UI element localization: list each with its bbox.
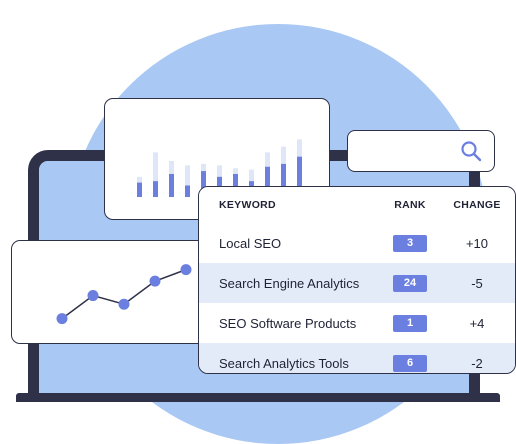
row-keyword: Search Engine Analytics: [219, 275, 360, 291]
laptop-base: [16, 393, 500, 402]
row-rank: 1: [385, 303, 435, 343]
rank-badge: 3: [393, 234, 427, 252]
line-point: [87, 290, 99, 302]
header-change: CHANGE: [453, 199, 501, 211]
row-change: -5: [471, 275, 483, 291]
search-box[interactable]: [347, 130, 495, 172]
keyword-rank-table: KEYWORD RANK CHANGE Local SEO 3 +10 Sear…: [198, 186, 516, 374]
rank-badge: 24: [393, 274, 427, 292]
row-keyword: SEO Software Products: [219, 315, 357, 331]
bar-dark: [153, 181, 158, 197]
row-keyword: Local SEO: [219, 235, 282, 251]
rank-badge: 6: [393, 354, 427, 372]
line-path: [61, 268, 187, 320]
table-row[interactable]: SEO Software Products 1 +4: [199, 303, 515, 343]
search-icon[interactable]: [460, 140, 482, 162]
row-keyword: Search Analytics Tools: [219, 355, 349, 371]
line-point: [180, 264, 192, 276]
bar-dark: [185, 185, 190, 197]
row-change: +10: [465, 235, 489, 251]
bar-dark: [169, 173, 174, 197]
row-change: +4: [469, 315, 485, 331]
line-chart-card: [11, 240, 217, 344]
table-row[interactable]: Local SEO 3 +10: [199, 223, 515, 263]
line-point: [118, 298, 130, 310]
line-point: [56, 313, 68, 325]
row-rank: 3: [385, 223, 435, 263]
row-change: -2: [471, 355, 483, 371]
table-row[interactable]: Search Engine Analytics 24 -5: [199, 263, 515, 303]
table-header: KEYWORD RANK CHANGE: [199, 187, 515, 223]
row-rank: 6: [385, 343, 435, 373]
rank-badge: 1: [393, 314, 427, 332]
header-rank: RANK: [394, 199, 426, 211]
table-row[interactable]: Search Analytics Tools 6 -2: [199, 343, 515, 373]
line-point: [149, 275, 161, 287]
line-chart: [56, 264, 192, 325]
row-rank: 24: [385, 263, 435, 303]
bar-dark: [137, 182, 142, 197]
header-keyword: KEYWORD: [219, 199, 276, 211]
